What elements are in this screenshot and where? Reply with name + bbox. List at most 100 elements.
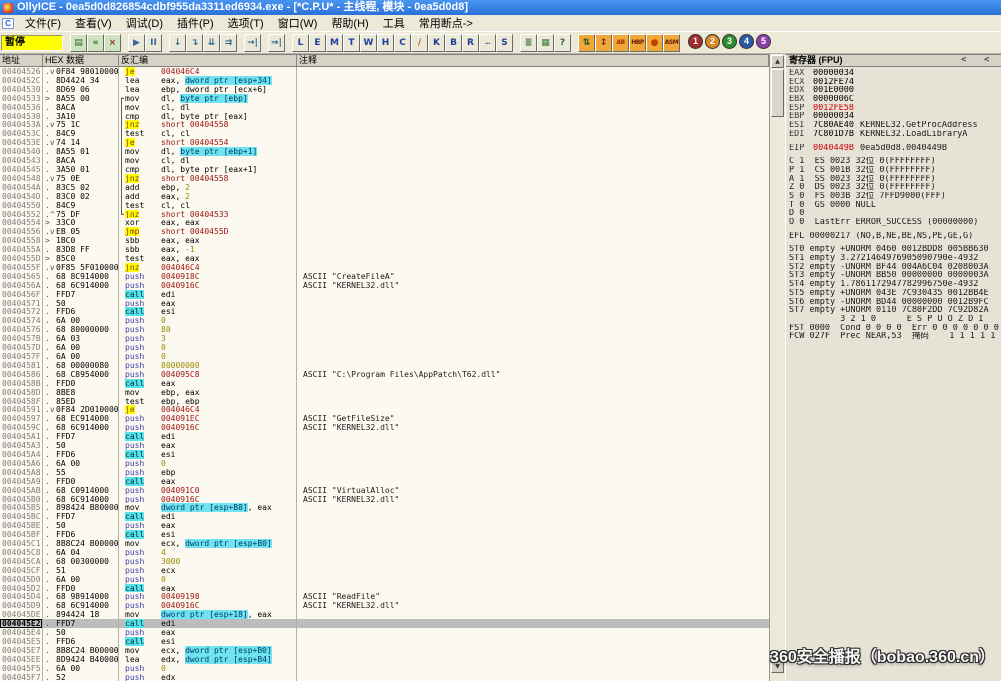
help-button[interactable]: ? [554, 34, 571, 52]
disasm-row[interactable]: 004045F7.52pushedx [0, 673, 769, 681]
animate-into-button[interactable]: ⇊ [203, 34, 220, 52]
executables-button[interactable]: E [309, 34, 326, 52]
disasm-row[interactable]: 00404545.3A50 01│cmpdl, byte ptr [eax+1] [0, 165, 769, 174]
cpu-button[interactable]: C [394, 34, 411, 52]
restart-button[interactable]: « [87, 34, 104, 52]
disasm-row[interactable]: 004045B0.68 6C914000push0040916CASCII "K… [0, 495, 769, 504]
menu-item-help[interactable]: 帮助(H) [324, 14, 375, 32]
disasm-row[interactable]: 004045A1.FFD7calledi [0, 432, 769, 441]
disasm-row[interactable]: 00404572.FFD6callesi [0, 307, 769, 316]
disasm-row[interactable]: 004045C1.8B8C24 B0000000movecx, dword pt… [0, 539, 769, 548]
register-row[interactable]: EBP00000034 [789, 112, 1001, 121]
disasm-row[interactable]: 004045AB.68 C0914000push004091C0ASCII "V… [0, 486, 769, 495]
disasm-row[interactable]: 00404586.68 C8954000push004095C8ASCII "C… [0, 370, 769, 379]
disasm-row[interactable]: 0040456A.68 6C914000push0040916CASCII "K… [0, 281, 769, 290]
mdi-child-icon[interactable]: C [2, 18, 14, 29]
source-button[interactable]: S [496, 34, 513, 52]
disasm-row[interactable]: 00404565.68 8C914000push0040918CASCII "C… [0, 272, 769, 281]
plugin-updown-button[interactable]: ⇅ [578, 34, 595, 52]
pause-button[interactable]: II [145, 34, 162, 52]
disasm-row[interactable]: 004045B5.898424 B8000000movdword ptr [es… [0, 503, 769, 512]
fpu-view-chevron-2[interactable]: < [984, 55, 989, 66]
disasm-row[interactable]: 0040458F.85EDtestebp, ebp [0, 397, 769, 406]
run-button[interactable]: ▶ [128, 34, 145, 52]
call-stack-button[interactable]: K [428, 34, 445, 52]
disasm-row[interactable]: 0040453A.v75 1C│jnzshort 00404558 [0, 120, 769, 129]
disasm-row[interactable]: 004045EE.8D9424 B4000000leaedx, dword pt… [0, 655, 769, 664]
disasm-row[interactable]: 004045A8.55pushebp [0, 468, 769, 477]
disasm-row[interactable]: 0040455A.83D8 FFsbbeax, -1 [0, 245, 769, 254]
patches-button[interactable]: / [411, 34, 428, 52]
animate-over-button[interactable]: ⇉ [220, 34, 237, 52]
disasm-row[interactable]: 004045E7.8B8C24 B0000000movecx, dword pt… [0, 646, 769, 655]
disasm-row[interactable]: 00404526.v0F84 98010000je004046C4 [0, 67, 769, 76]
breakpoints-button[interactable]: B [445, 34, 462, 52]
disasm-row[interactable]: 00404543.8ACA│movcl, dl [0, 156, 769, 165]
disasm-row[interactable]: 004045BE.50pusheax [0, 521, 769, 530]
menu-item-window[interactable]: 窗口(W) [271, 14, 325, 32]
menu-item-common-breakpoints[interactable]: 常用断点-> [412, 14, 480, 32]
log-window-button[interactable]: L [292, 34, 309, 52]
disasm-row[interactable]: 004045A6.6A 00push0 [0, 459, 769, 468]
disasm-row[interactable]: 004045A4.FFD6callesi [0, 450, 769, 459]
disasm-row[interactable]: 004045BC.FFD7calledi [0, 512, 769, 521]
disasm-row[interactable]: 0040455F.v0F85 5F010000jnz004046C4 [0, 263, 769, 272]
disasm-row[interactable]: 004045D0.6A 00push0 [0, 575, 769, 584]
go-to-address-button[interactable]: ⇒| [268, 34, 285, 52]
disasm-row[interactable]: 004045F5.6A 00push0 [0, 664, 769, 673]
disasm-row[interactable]: 0040459C.68 6C914000push0040916CASCII "K… [0, 423, 769, 432]
register-row[interactable]: EIP0040449B0ea5d0d8.0040449B [789, 144, 1001, 153]
list-view-button[interactable]: ≣ [520, 34, 537, 52]
disasm-row[interactable]: 0040453C.84C9│testcl, cl [0, 129, 769, 138]
ab-compare-button[interactable]: AB [612, 34, 629, 52]
menu-item-tools[interactable]: 工具 [376, 14, 412, 32]
disasm-row[interactable]: 00404554>33C0xoreax, eax [0, 218, 769, 227]
register-row[interactable]: ESP0012FE58 [789, 104, 1001, 113]
disasm-row[interactable]: 004045E4.50pusheax [0, 628, 769, 637]
disasm-row[interactable]: 00404548.v75 0E│jnzshort 00404558 [0, 174, 769, 183]
open-file-button[interactable]: ▤ [70, 34, 87, 52]
disasm-row[interactable]: 004045D4.68 98914000push00409198ASCII "R… [0, 592, 769, 601]
disasm-row[interactable]: 004045D9.68 6C914000push0040916CASCII "K… [0, 601, 769, 610]
disasm-row[interactable]: 0040456F.FFD7calledi [0, 290, 769, 299]
disasm-row[interactable]: 004045CA.68 00300000push3000 [0, 557, 769, 566]
register-row[interactable]: ESI7C80AE40KERNEL32.GetProcAddress [789, 121, 1001, 130]
handles-button[interactable]: H [377, 34, 394, 52]
disasm-row[interactable]: 00404550.84C9│testcl, cl [0, 201, 769, 210]
disasm-row[interactable]: 004045C8.6A 04push4 [0, 548, 769, 557]
disasm-row[interactable]: 004045E5.FFD6callesi [0, 637, 769, 646]
disasm-row[interactable]: 00404576.68 80000000push80 [0, 325, 769, 334]
disasm-row[interactable]: 00404536.8ACA│movcl, dl [0, 103, 769, 112]
register-row[interactable]: EDI7C801D7BKERNEL32.LoadLibraryA [789, 130, 1001, 139]
menu-item-debug[interactable]: 调试(D) [119, 14, 170, 32]
memory-map-button[interactable]: M [326, 34, 343, 52]
disasm-row[interactable]: 004045DE.894424 18movdword ptr [esp+18],… [0, 610, 769, 619]
disasm-row[interactable]: 00404591.v0F84 2D010000je004046C4 [0, 405, 769, 414]
disasm-row[interactable]: 0040458D.8BE8movebp, eax [0, 388, 769, 397]
plugin-arrows-button[interactable]: ↕ [595, 34, 612, 52]
close-button[interactable]: × [104, 34, 121, 52]
disasm-row[interactable]: 00404581.68 00000080push80000000 [0, 361, 769, 370]
disasm-row[interactable]: 004045CF.51pushecx [0, 566, 769, 575]
disasm-row[interactable]: 00404552.^75 DF└jnzshort 00404533 [0, 210, 769, 219]
disasm-row[interactable]: 004045D2.FFD0calleax [0, 584, 769, 593]
disasm-row[interactable]: 004045A9.FFD0calleax [0, 477, 769, 486]
menu-item-plugins[interactable]: 插件(P) [170, 14, 221, 32]
threads-button[interactable]: T [343, 34, 360, 52]
disasm-row[interactable]: 004045BF.FFD6callesi [0, 530, 769, 539]
vertical-scrollbar[interactable]: ▲ ▼ [769, 54, 785, 681]
disasm-row[interactable]: 0040454D.83C0 02│addeax, 2 [0, 192, 769, 201]
references-button[interactable]: R [462, 34, 479, 52]
register-row[interactable]: EDX001E0000 [789, 86, 1001, 95]
disasm-row[interactable]: 00404556.vEB 05jmpshort 0040455D [0, 227, 769, 236]
desktop-5-button[interactable]: 5 [756, 34, 771, 49]
disasm-row[interactable]: 0040453E.v74 14│jeshort 00404554 [0, 138, 769, 147]
disasm-row[interactable]: 00404540.8A55 01│movdl, byte ptr [ebp+1] [0, 147, 769, 156]
menu-item-file[interactable]: 文件(F) [18, 14, 68, 32]
register-row[interactable]: EBX0000006C [789, 95, 1001, 104]
disasm-row[interactable]: 00404558>1BC0sbbeax, eax [0, 236, 769, 245]
disasm-row[interactable]: 00404530.8D69 06leaebp, dword ptr [ecx+6… [0, 85, 769, 94]
disasm-row[interactable]: 0040454A.83C5 02│addebp, 2 [0, 183, 769, 192]
step-over-button[interactable]: ↴ [186, 34, 203, 52]
appearance-button[interactable]: ▦ [537, 34, 554, 52]
